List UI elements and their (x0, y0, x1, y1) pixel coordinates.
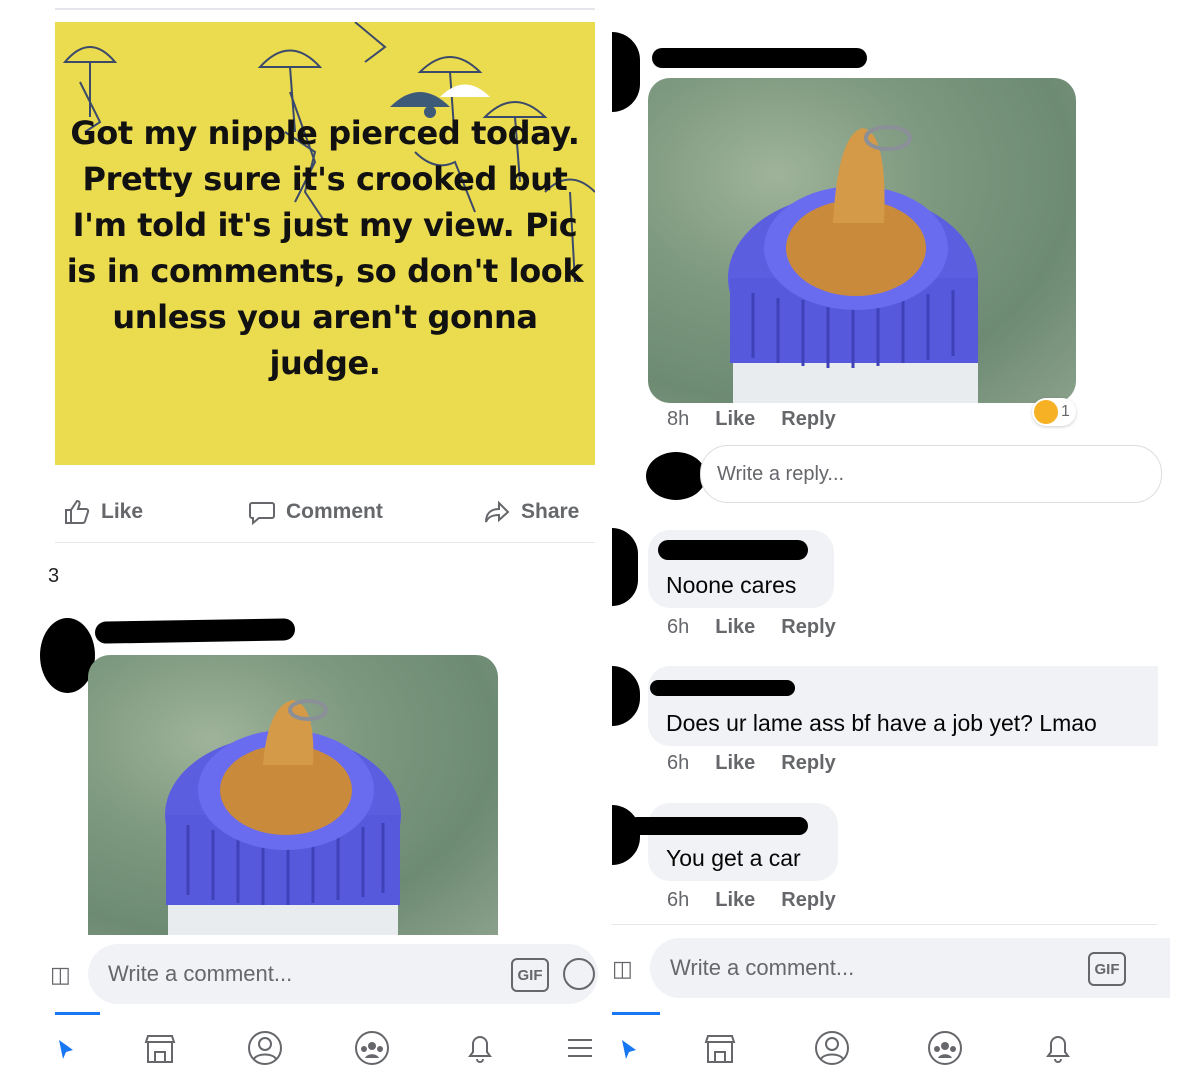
divider (612, 924, 1157, 925)
notifications-icon[interactable] (460, 1028, 500, 1068)
comment-meta: 6h Like Reply (667, 752, 836, 775)
post-text: Got my nipple pierced today. Pretty sure… (66, 114, 584, 382)
like-link[interactable]: Like (715, 889, 755, 912)
like-label: Like (101, 500, 144, 523)
reaction-count: 1 (1061, 403, 1070, 420)
like-link[interactable]: Like (715, 752, 755, 775)
speech-bubble-icon (249, 502, 275, 526)
notifications-icon[interactable] (1038, 1028, 1078, 1068)
home-icon[interactable] (608, 1028, 648, 1068)
marketplace-icon[interactable] (700, 1028, 740, 1068)
baby-bottle-illustration (728, 125, 978, 403)
like-button[interactable]: Like (63, 498, 143, 526)
reaction-badge[interactable]: 1 (1032, 398, 1076, 426)
comment-placeholder: Write a comment... (108, 961, 293, 986)
reply-link[interactable]: Reply (781, 616, 835, 639)
bottom-nav (0, 1012, 600, 1078)
share-arrow-icon (485, 500, 510, 523)
redacted-avatar (40, 618, 95, 693)
comment-input[interactable]: Write a comment... GIF (650, 938, 1170, 998)
gif-icon[interactable]: GIF (1088, 952, 1126, 986)
comment-time: 8h (667, 408, 690, 430)
divider (55, 8, 595, 10)
share-label: Share (521, 500, 580, 523)
comment-bubble: Does ur lame ass bf have a job yet? Lmao (648, 666, 1158, 746)
divider (55, 542, 595, 543)
groups-icon[interactable] (352, 1028, 392, 1068)
bottom-nav (600, 1012, 1160, 1078)
comment-photo-baby-bottle[interactable] (88, 655, 498, 935)
comment-text: Does ur lame ass bf have a job yet? Lmao (666, 710, 1097, 736)
comment-meta: 6h Like Reply (667, 616, 836, 639)
redacted-name (650, 680, 795, 696)
comment-text: You get a car (666, 845, 801, 871)
cropped-count: 3 (48, 565, 60, 587)
home-icon[interactable] (45, 1028, 85, 1068)
comment-button[interactable]: Comment (248, 498, 383, 526)
comment-time: 6h (667, 752, 690, 774)
redacted-name (94, 618, 296, 644)
camera-icon[interactable]: ◫ (50, 962, 71, 988)
profile-icon[interactable] (812, 1028, 852, 1068)
reply-link[interactable]: Reply (781, 889, 835, 912)
post-action-bar: Like Comment Share (55, 490, 595, 536)
reply-link[interactable]: Reply (781, 408, 835, 431)
emoji-icon[interactable] (563, 958, 595, 990)
camera-icon[interactable]: ◫ (612, 956, 633, 982)
haha-reaction-icon (1034, 400, 1058, 424)
comment-meta: 6h Like Reply (667, 889, 836, 912)
profile-icon[interactable] (245, 1028, 285, 1068)
reply-input[interactable]: Write a reply... (700, 445, 1162, 503)
gif-icon[interactable]: GIF (511, 958, 549, 992)
baby-bottle-illustration (165, 699, 401, 935)
left-screenshot: Got my nipple pierced today. Pretty sure… (0, 0, 600, 1078)
comment-bubble: Noone cares (648, 530, 834, 608)
comment-text: Noone cares (666, 572, 797, 598)
comment-label: Comment (286, 500, 383, 523)
redacted-name (658, 540, 808, 560)
comment-meta: 8h Like Reply (667, 408, 836, 431)
menu-icon[interactable] (560, 1028, 600, 1068)
groups-icon[interactable] (925, 1028, 965, 1068)
comment-input[interactable]: Write a comment... GIF (88, 944, 598, 1004)
comment-photo-baby-bottle[interactable] (648, 78, 1076, 403)
like-link[interactable]: Like (715, 616, 755, 639)
marketplace-icon[interactable] (140, 1028, 180, 1068)
like-link[interactable]: Like (715, 408, 755, 431)
share-button[interactable]: Share (483, 498, 579, 526)
comment-placeholder: Write a comment... (670, 955, 855, 980)
reply-placeholder: Write a reply... (717, 462, 845, 485)
reply-link[interactable]: Reply (781, 752, 835, 775)
comment-bubble: You get a car (628, 803, 838, 881)
comment-time: 6h (667, 889, 690, 911)
comment-time: 6h (667, 616, 690, 638)
thumbs-up-icon (65, 499, 90, 524)
text-post-background: Got my nipple pierced today. Pretty sure… (55, 22, 595, 465)
redacted-avatar (646, 452, 706, 500)
redacted-name (652, 48, 867, 68)
redacted-name (628, 817, 808, 835)
